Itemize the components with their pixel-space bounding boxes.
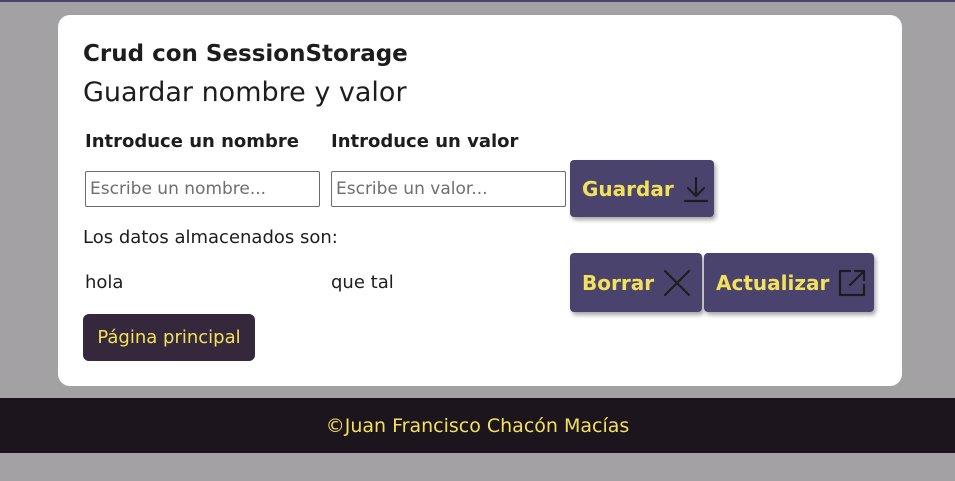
top-border: [0, 0, 955, 2]
save-button[interactable]: Guardar: [570, 160, 714, 217]
home-button[interactable]: Página principal: [83, 314, 255, 361]
page-subtitle: Guardar nombre y valor: [83, 77, 407, 108]
download-arrow-icon: [682, 175, 710, 203]
stored-data-label: Los datos almacenados son:: [83, 227, 338, 248]
footer: ©Juan Francisco Chacón Macías: [0, 398, 955, 453]
update-button-label: Actualizar: [716, 270, 830, 295]
stored-row-name: hola: [85, 272, 124, 293]
stored-row-value: que tal: [331, 272, 394, 293]
page-title: Crud con SessionStorage: [83, 41, 408, 67]
value-label: Introduce un valor: [331, 131, 519, 152]
name-input[interactable]: [85, 171, 320, 207]
close-icon: [662, 268, 692, 298]
name-label: Introduce un nombre: [85, 131, 300, 152]
save-button-label: Guardar: [582, 176, 674, 201]
external-link-icon: [837, 268, 867, 298]
crud-card: Crud con SessionStorage Guardar nombre y…: [58, 15, 902, 386]
value-input[interactable]: [331, 171, 566, 207]
delete-button[interactable]: Borrar: [570, 253, 702, 312]
delete-button-label: Borrar: [582, 270, 655, 295]
footer-copyright: ©Juan Francisco Chacón Macías: [325, 414, 630, 437]
update-button[interactable]: Actualizar: [704, 253, 874, 312]
